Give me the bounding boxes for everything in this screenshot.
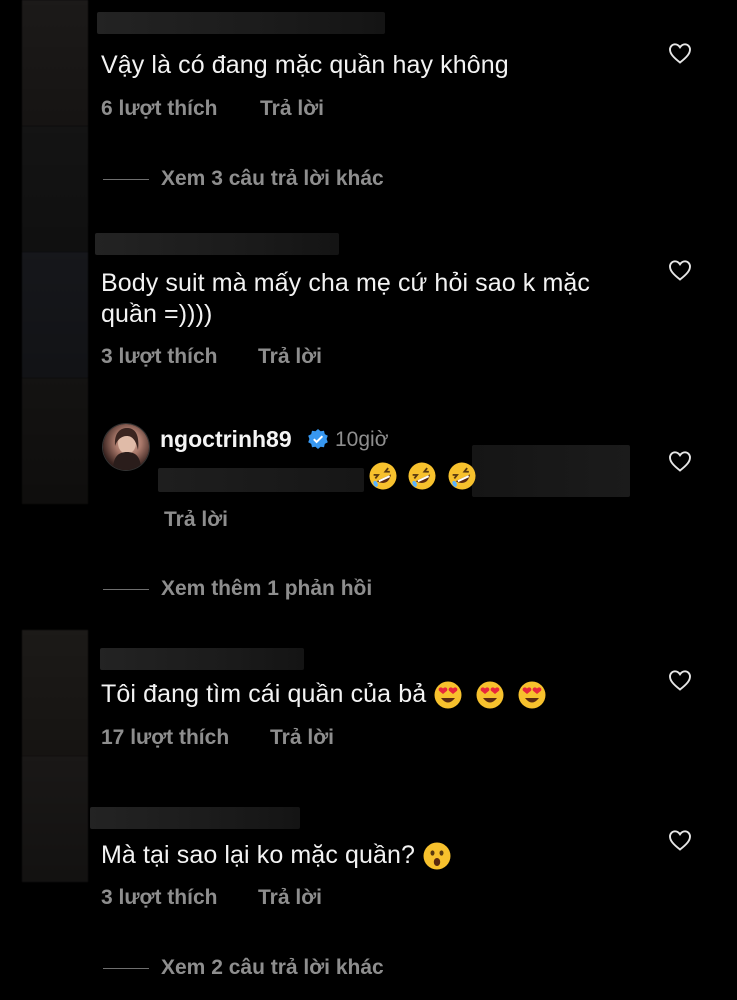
divider-line bbox=[103, 588, 149, 590]
astonished-emoji-icon bbox=[423, 842, 451, 870]
timestamp: 10giờ bbox=[335, 428, 389, 451]
reply-button[interactable]: Trả lời bbox=[164, 508, 228, 532]
heart-outline-icon[interactable] bbox=[668, 829, 692, 851]
heart-outline-icon[interactable] bbox=[668, 259, 692, 281]
comment-text-content: Tôi đang tìm cái quần của bả bbox=[101, 680, 427, 708]
blurred-username bbox=[95, 233, 339, 255]
avatar[interactable] bbox=[103, 424, 149, 470]
blurred-username bbox=[100, 648, 304, 670]
blurred-username bbox=[90, 807, 300, 829]
rofl-emoji-icon bbox=[448, 462, 476, 490]
like-count[interactable]: 3 lượt thích bbox=[101, 886, 217, 910]
heart-outline-icon[interactable] bbox=[668, 42, 692, 64]
comment-text: Tôi đang tìm cái quần của bả bbox=[101, 679, 552, 710]
divider-line bbox=[103, 178, 149, 180]
heart-eyes-emoji-icon bbox=[434, 681, 462, 709]
view-more-replies[interactable]: Xem thêm 1 phản hồi bbox=[103, 576, 372, 602]
heart-eyes-emoji-icon bbox=[476, 681, 504, 709]
like-count[interactable]: 6 lượt thích bbox=[101, 97, 217, 121]
heart-outline-icon[interactable] bbox=[668, 669, 692, 691]
comment-text: Mà tại sao lại ko mặc quần? bbox=[101, 840, 457, 871]
heart-eyes-emoji-icon bbox=[518, 681, 546, 709]
comment-text: Body suit mà mấy cha mẹ cứ hỏi sao k mặc bbox=[101, 269, 590, 297]
view-more-replies[interactable]: Xem 3 câu trả lời khác bbox=[103, 166, 384, 192]
heart-outline-icon[interactable] bbox=[668, 450, 692, 472]
blurred-username bbox=[97, 12, 385, 34]
blurred-avatar bbox=[22, 378, 88, 504]
avatar-image bbox=[113, 428, 141, 470]
view-more-label: Xem 2 câu trả lời khác bbox=[161, 956, 384, 979]
view-more-replies[interactable]: Xem 2 câu trả lời khác bbox=[103, 955, 384, 981]
rofl-emoji-icon bbox=[369, 462, 397, 490]
rofl-emoji-icon bbox=[408, 462, 436, 490]
comment-text-content: Mà tại sao lại ko mặc quần? bbox=[101, 841, 415, 869]
view-more-label: Xem thêm 1 phản hồi bbox=[161, 577, 373, 600]
blurred-avatar bbox=[22, 252, 88, 378]
blurred-avatar bbox=[22, 630, 88, 756]
blurred-mention bbox=[158, 468, 364, 492]
blurred-avatar bbox=[22, 0, 88, 126]
reply-button[interactable]: Trả lời bbox=[258, 345, 322, 369]
comment-text: quần =)))) bbox=[101, 300, 213, 328]
blurred-text bbox=[472, 445, 630, 497]
blurred-avatar bbox=[22, 756, 88, 882]
reply-button[interactable]: Trả lời bbox=[260, 97, 324, 121]
comment-text: Vậy là có đang mặc quần hay không bbox=[101, 51, 509, 79]
username[interactable]: ngoctrinh89 bbox=[160, 426, 292, 453]
emoji-group bbox=[433, 680, 552, 709]
emoji-group bbox=[368, 461, 482, 493]
blurred-avatar bbox=[22, 126, 88, 252]
divider-line bbox=[103, 967, 149, 969]
like-count[interactable]: 17 lượt thích bbox=[101, 726, 229, 750]
view-more-label: Xem 3 câu trả lời khác bbox=[161, 167, 384, 190]
like-count[interactable]: 3 lượt thích bbox=[101, 345, 217, 369]
reply-button[interactable]: Trả lời bbox=[258, 886, 322, 910]
reply-button[interactable]: Trả lời bbox=[270, 726, 334, 750]
verified-badge-icon bbox=[308, 429, 328, 449]
